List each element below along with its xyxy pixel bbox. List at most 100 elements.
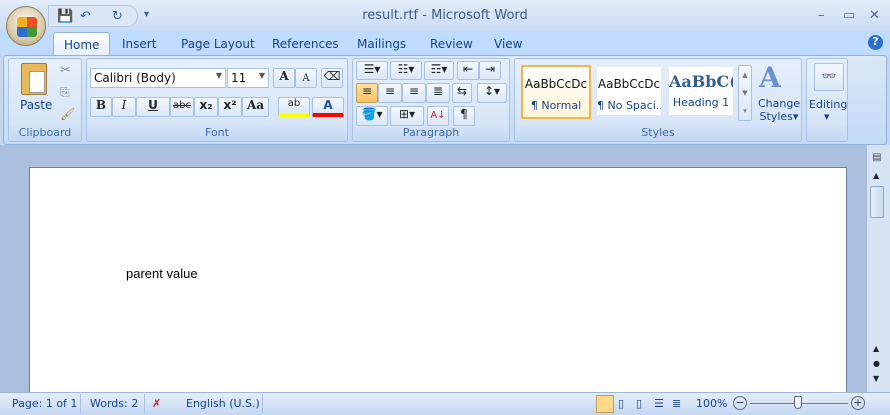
change-styles-button[interactable]: Change Styles▾ xyxy=(758,97,800,123)
editing-group[interactable]: 👓 Editing ▼ xyxy=(806,58,848,142)
zoom-out-button[interactable]: − xyxy=(733,396,747,410)
browse-object-icon[interactable]: ● xyxy=(873,359,880,368)
zoom-level[interactable]: 100% xyxy=(696,397,727,410)
styles-label: Styles xyxy=(641,126,675,139)
copy-icon[interactable]: ⎘ xyxy=(60,85,70,100)
strikethrough-button[interactable]: abc xyxy=(170,97,194,117)
tab-mailings[interactable]: Mailings xyxy=(357,37,406,51)
help-button[interactable]: ? xyxy=(868,35,883,50)
language[interactable]: English (U.S.) xyxy=(186,397,260,410)
change-styles-line2: Styles xyxy=(759,110,793,123)
change-styles-icon: A xyxy=(759,61,781,94)
style-preview: AaBbC( xyxy=(669,72,733,91)
line-spacing-button[interactable]: ↕▾ xyxy=(477,83,507,103)
decrease-indent-button[interactable]: ⇤ xyxy=(457,61,479,80)
scroll-thumb[interactable] xyxy=(870,186,884,218)
divider xyxy=(144,394,145,413)
zoom-in-button[interactable]: + xyxy=(851,396,865,410)
bold-button[interactable]: B xyxy=(90,97,112,117)
paragraph-group: ☰▾ ☷▾ ☶▾ ⇤ ⇥ ≡ ≡ ≡ ≣ ⇆ ↕▾ 🪣▾ ⊞▾ A↓ ¶ Par… xyxy=(352,58,510,142)
paragraph-label: Paragraph xyxy=(402,126,460,139)
web-layout-view-button[interactable]: ▯ xyxy=(636,397,642,410)
proofing-icon[interactable]: ✗ xyxy=(152,397,161,410)
style-preview: AaBbCcDc xyxy=(524,77,588,91)
font-name-value: Calibri (Body) xyxy=(94,71,176,85)
document-text[interactable]: parent value xyxy=(126,266,198,281)
grow-font-button[interactable]: A xyxy=(273,68,295,88)
divider xyxy=(262,394,263,413)
font-name-select[interactable]: Calibri (Body) ▼ xyxy=(90,68,226,88)
increase-indent-button[interactable]: ⇥ xyxy=(479,61,501,80)
minimize-button[interactable]: – xyxy=(818,8,825,23)
cut-icon[interactable]: ✂ xyxy=(60,63,71,78)
justify-button[interactable]: ≣ xyxy=(426,83,450,103)
font-label: Font xyxy=(205,126,229,139)
maximize-button[interactable]: ▭ xyxy=(843,8,855,23)
customize-qat-icon[interactable]: ▾ xyxy=(144,9,149,20)
shrink-font-button[interactable]: A xyxy=(295,68,317,88)
vertical-scrollbar[interactable] xyxy=(866,145,890,392)
save-icon[interactable]: 💾 xyxy=(57,9,73,24)
ruler-toggle-icon[interactable]: ▤ xyxy=(872,152,881,163)
bullets-button[interactable]: ☰▾ xyxy=(356,61,388,80)
word-count[interactable]: Words: 2 xyxy=(90,397,138,410)
full-screen-reading-view-button[interactable]: ▯ xyxy=(618,397,624,410)
style-no-spacing[interactable]: AaBbCcDc ¶ No Spaci... xyxy=(597,67,661,115)
tab-review[interactable]: Review xyxy=(430,37,473,51)
eraser-icon: ⌫ xyxy=(323,69,341,83)
change-styles-line1: Change xyxy=(758,97,801,110)
previous-page-icon[interactable]: ▲ xyxy=(873,344,879,353)
styles-scroll[interactable]: ▲ ▼ ▾ xyxy=(738,65,752,121)
print-layout-view-button[interactable] xyxy=(596,395,614,413)
style-normal[interactable]: AaBbCcDc ¶ Normal xyxy=(521,65,591,119)
clipboard-label: Clipboard xyxy=(18,126,72,139)
font-size-select[interactable]: 11 ▼ xyxy=(227,68,269,88)
subscript-button[interactable]: x₂ xyxy=(194,97,218,117)
undo-icon[interactable]: ↶ xyxy=(80,9,91,24)
underline-button[interactable]: U xyxy=(136,97,170,117)
align-left-button[interactable]: ≡ xyxy=(356,83,378,103)
multilevel-list-button[interactable]: ☶▾ xyxy=(424,61,454,80)
next-page-icon[interactable]: ▼ xyxy=(873,374,879,383)
office-button[interactable] xyxy=(6,6,46,46)
style-preview: AaBbCcDc xyxy=(597,77,661,91)
superscript-button[interactable]: x² xyxy=(218,97,242,117)
style-name: ¶ No Spaci... xyxy=(597,99,661,112)
show-formatting-button[interactable]: ¶ xyxy=(453,106,475,126)
page-count[interactable]: Page: 1 of 1 xyxy=(12,397,77,410)
editing-button[interactable]: Editing xyxy=(809,98,847,111)
align-center-button[interactable]: ≡ xyxy=(378,83,402,103)
format-painter-icon[interactable]: 🖌 xyxy=(60,107,75,121)
clipboard-group: Paste ✂ ⎘ 🖌 Clipboard xyxy=(8,58,82,142)
sort-button[interactable]: A↓ xyxy=(427,106,449,126)
tab-view[interactable]: View xyxy=(494,37,522,51)
divider xyxy=(80,394,81,413)
paste-icon xyxy=(21,63,47,95)
font-color-button[interactable]: A xyxy=(312,97,344,117)
tab-home[interactable]: Home xyxy=(53,32,111,56)
tab-references[interactable]: References xyxy=(272,37,339,51)
style-heading-1[interactable]: AaBbC(Heading 1 xyxy=(669,67,733,115)
office-logo-icon xyxy=(17,17,37,37)
shading-button[interactable]: 🪣▾ xyxy=(356,106,388,126)
redo-icon[interactable]: ↻ xyxy=(112,9,123,24)
style-name: ¶ Normal xyxy=(530,99,582,112)
outline-view-button[interactable]: ☰ xyxy=(654,397,664,410)
clear-formatting-button[interactable]: ⌫ xyxy=(321,68,343,88)
change-case-button[interactable]: Aa xyxy=(242,97,269,117)
numbering-button[interactable]: ☷▾ xyxy=(390,61,422,80)
tab-insert[interactable]: Insert xyxy=(122,37,156,51)
draft-view-button[interactable]: ≣ xyxy=(672,397,681,410)
borders-button[interactable]: ⊞▾ xyxy=(390,106,424,126)
document-page[interactable] xyxy=(29,167,847,397)
close-button[interactable]: ✕ xyxy=(869,8,880,23)
scroll-up-icon[interactable]: ▲ xyxy=(873,171,879,180)
highlight-button[interactable]: ab xyxy=(278,97,310,117)
tab-page-layout[interactable]: Page Layout xyxy=(181,37,255,51)
italic-button[interactable]: I xyxy=(112,97,136,117)
rtl-button[interactable]: ⇆ xyxy=(452,83,472,103)
zoom-slider-thumb[interactable] xyxy=(794,396,802,409)
chevron-down-icon: ▼ xyxy=(824,113,830,121)
align-right-button[interactable]: ≡ xyxy=(402,83,426,103)
paste-button[interactable]: Paste xyxy=(20,98,52,112)
